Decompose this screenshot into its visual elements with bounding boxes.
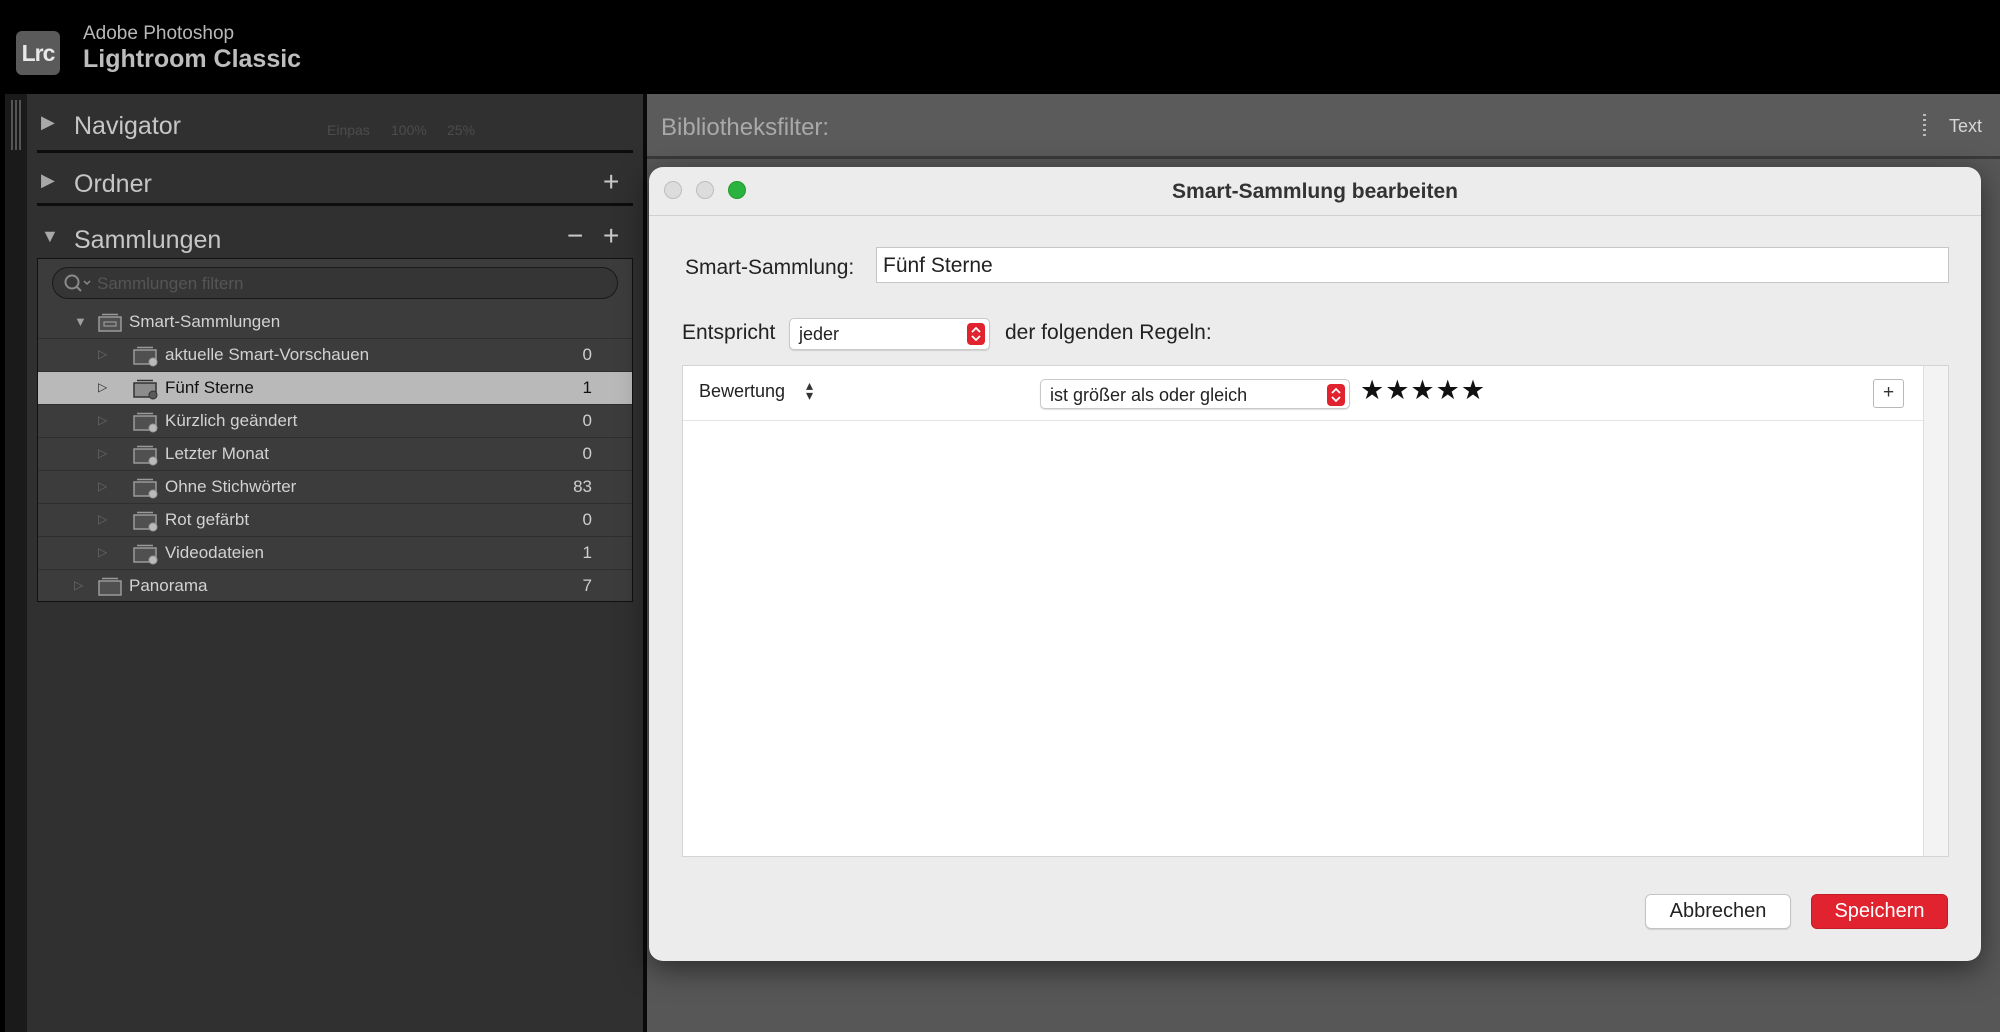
collection-set-icon xyxy=(98,313,122,332)
collection-row[interactable]: ▷ Letzter Monat 0 xyxy=(38,438,632,471)
rule-operator-value: ist größer als oder gleich xyxy=(1050,385,1248,405)
match-label: Entspricht xyxy=(682,321,776,344)
collection-row[interactable]: ▷ Rot gefärbt 0 xyxy=(38,504,632,537)
panel-divider-line xyxy=(37,150,633,153)
edit-smart-collection-dialog: Smart-Sammlung bearbeiten Smart-Sammlung… xyxy=(649,167,1981,961)
disclosure-triangle-icon[interactable]: ▷ xyxy=(98,380,107,394)
left-panel: ▶ Navigator Einpas 100% 25% ▶ Ordner + ▼… xyxy=(27,94,643,1032)
collection-row[interactable]: ▷ Ohne Stichwörter 83 xyxy=(38,471,632,504)
collection-label: aktuelle Smart-Vorschauen xyxy=(165,345,370,364)
collection-row[interactable]: ▷ Panorama 7 xyxy=(38,570,632,603)
rules-scrollbar[interactable] xyxy=(1923,366,1948,856)
folders-title: Ordner xyxy=(74,170,152,198)
zoom-25-option[interactable]: 25% xyxy=(447,122,475,138)
navigator-panel-header[interactable]: ▶ Navigator Einpas 100% 25% xyxy=(27,102,633,152)
disclosure-triangle-icon[interactable]: ▷ xyxy=(98,347,107,361)
collection-count: 0 xyxy=(582,444,592,463)
disclosure-triangle-icon[interactable]: ▷ xyxy=(74,578,83,592)
add-folder-icon[interactable]: + xyxy=(603,168,619,196)
collections-list: Sammlungen filtern ▼ Smart-Sammlungen ▷ akt… xyxy=(37,258,633,603)
disclosure-triangle-icon[interactable]: ▷ xyxy=(98,413,107,427)
filter-text-tab[interactable]: Text xyxy=(1949,116,1982,137)
disclosure-triangle-icon[interactable]: ▷ xyxy=(98,446,107,460)
name-label: Smart-Sammlung: xyxy=(685,256,855,279)
app-product-name: Lightroom Classic xyxy=(83,45,302,73)
rule-field-select[interactable]: Bewertung xyxy=(699,381,785,402)
expanded-triangle-icon[interactable]: ▼ xyxy=(74,314,87,329)
collection-label: Fünf Sterne xyxy=(165,378,254,397)
collection-icon xyxy=(98,577,122,596)
lrc-logo: Lrc xyxy=(16,31,60,75)
collections-search-input[interactable]: Sammlungen filtern xyxy=(52,267,618,299)
collections-panel-header[interactable]: ▼ Sammlungen − + xyxy=(27,212,633,262)
zoom-100-option[interactable]: 100% xyxy=(391,122,427,138)
collection-count: 0 xyxy=(582,345,592,364)
rule-operator-select[interactable]: ist größer als oder gleich xyxy=(1040,379,1350,409)
cancel-button[interactable]: Abbrechen xyxy=(1645,894,1791,929)
expanded-triangle-icon: ▼ xyxy=(41,226,59,246)
match-suffix-label: der folgenden Regeln: xyxy=(1005,321,1212,344)
filter-separator-icon xyxy=(1923,114,1926,136)
rating-stars[interactable]: ★★★★★ xyxy=(1360,375,1486,406)
rule-row: Bewertung ▴ ▾ ist größer als oder gleich … xyxy=(683,366,1925,421)
app-title-bar: Lrc Adobe Photoshop Lightroom Classic xyxy=(0,0,2000,94)
collection-row[interactable]: ▼ Smart-Sammlungen xyxy=(38,306,632,339)
collection-count: 1 xyxy=(582,378,592,397)
smart-collection-icon xyxy=(133,346,158,367)
smart-collection-icon xyxy=(133,412,158,433)
zoom-fit-option[interactable]: Einpas xyxy=(327,122,370,138)
collection-label: Rot gefärbt xyxy=(165,510,250,529)
smart-collection-icon xyxy=(133,379,158,400)
collection-label: Panorama xyxy=(129,576,208,595)
collections-title: Sammlungen xyxy=(74,226,222,254)
match-mode-value: jeder xyxy=(799,324,840,344)
app-vendor-name: Adobe Photoshop xyxy=(83,23,235,44)
collapsed-triangle-icon: ▶ xyxy=(41,170,55,190)
dialog-title-bar: Smart-Sammlung bearbeiten xyxy=(649,167,1981,216)
smart-collection-icon xyxy=(133,511,158,532)
dialog-title: Smart-Sammlung bearbeiten xyxy=(1172,180,1458,203)
collection-row[interactable]: ▷ aktuelle Smart-Vorschauen 0 xyxy=(38,339,632,372)
left-panel-edge[interactable] xyxy=(5,94,28,1032)
add-rule-button[interactable]: + xyxy=(1873,379,1904,408)
library-filter-label: Bibliotheksfilter: xyxy=(661,114,830,141)
collection-count: 0 xyxy=(582,411,592,430)
save-button[interactable]: Speichern xyxy=(1811,894,1948,929)
collection-row[interactable]: ▷ Fünf Sterne 1 xyxy=(38,372,632,405)
collection-label: Smart-Sammlungen xyxy=(129,312,281,331)
collection-row[interactable]: ▷ Kürzlich geändert 0 xyxy=(38,405,632,438)
disclosure-triangle-icon[interactable]: ▷ xyxy=(98,545,107,559)
collection-label: Letzter Monat xyxy=(165,444,269,463)
panel-divider-line xyxy=(37,203,633,206)
remove-collection-icon[interactable]: − xyxy=(567,222,583,250)
smart-collection-icon xyxy=(133,478,158,499)
smart-collection-icon xyxy=(133,445,158,466)
navigator-title: Navigator xyxy=(74,112,181,140)
library-filter-bar: Bibliotheksfilter: Text xyxy=(647,94,2000,159)
popup-arrows-icon xyxy=(1327,384,1345,406)
collapsed-triangle-icon: ▶ xyxy=(41,112,55,132)
updown-arrows-icon[interactable]: ▴ ▾ xyxy=(806,378,813,402)
smart-collection-icon xyxy=(133,544,158,565)
search-placeholder: Sammlungen filtern xyxy=(97,274,244,293)
grip-icon xyxy=(11,100,21,150)
collection-row[interactable]: ▷ Videodateien 1 xyxy=(38,537,632,570)
search-icon xyxy=(64,274,91,292)
collection-count: 7 xyxy=(582,576,592,595)
rules-list: Bewertung ▴ ▾ ist größer als oder gleich … xyxy=(682,365,1949,857)
popup-arrows-icon xyxy=(967,323,985,345)
collection-count: 1 xyxy=(582,543,592,562)
collection-count: 0 xyxy=(582,510,592,529)
collection-label: Ohne Stichwörter xyxy=(165,477,297,496)
add-collection-icon[interactable]: + xyxy=(603,222,619,250)
disclosure-triangle-icon[interactable]: ▷ xyxy=(98,512,107,526)
smart-collection-name-field[interactable]: Fünf Sterne xyxy=(876,247,1949,283)
match-mode-select[interactable]: jeder xyxy=(789,318,990,350)
collection-label: Kürzlich geändert xyxy=(165,411,298,430)
collection-count: 83 xyxy=(573,477,592,496)
collection-label: Videodateien xyxy=(165,543,264,562)
disclosure-triangle-icon[interactable]: ▷ xyxy=(98,479,107,493)
